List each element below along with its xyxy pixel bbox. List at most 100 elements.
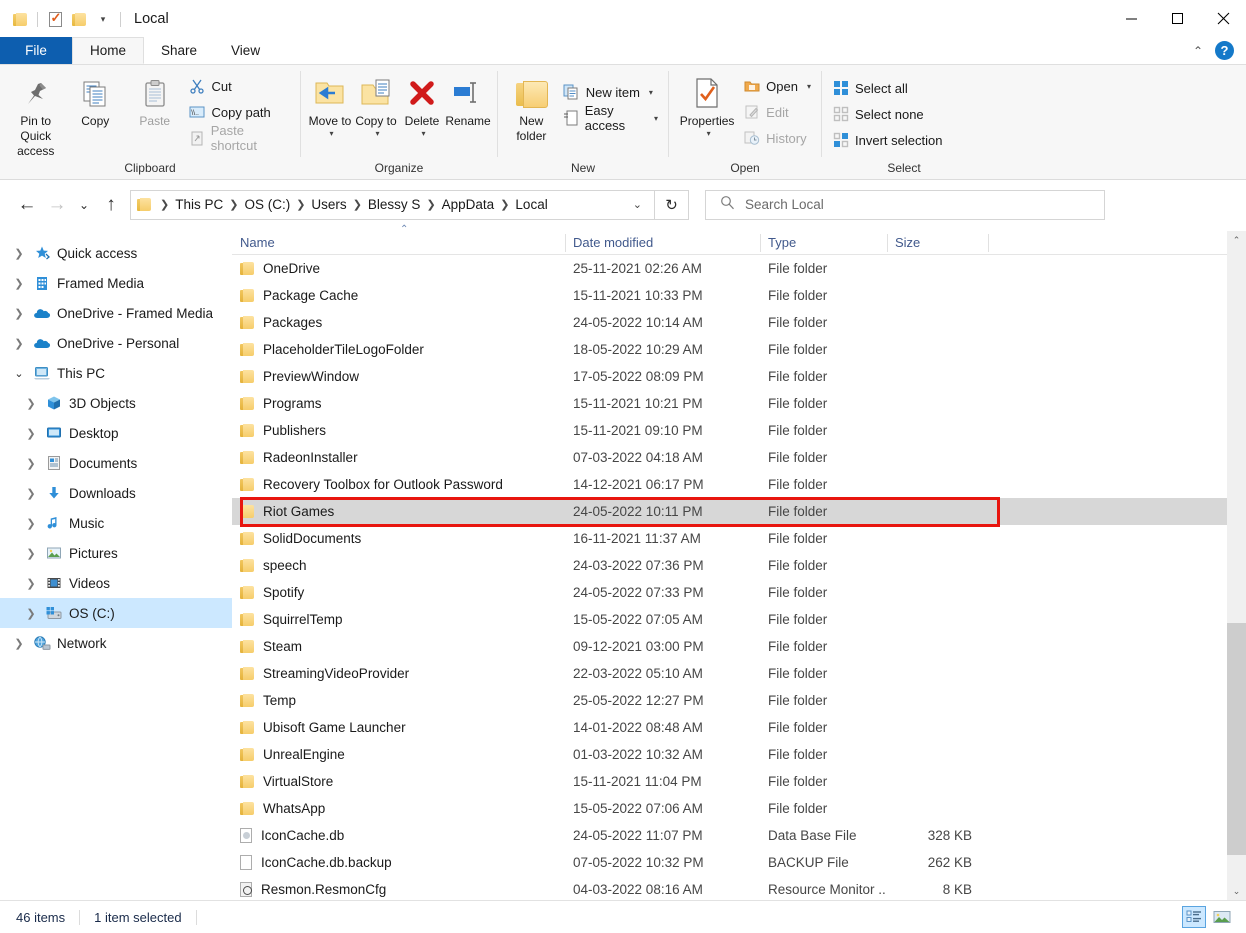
- rename-button[interactable]: Rename: [445, 70, 491, 129]
- sidebar-item-onedrive-personal[interactable]: ❯ OneDrive - Personal: [0, 328, 232, 358]
- new-item-button[interactable]: New item ▾: [559, 80, 662, 104]
- maximize-icon[interactable]: [1154, 0, 1200, 36]
- sidebar-item-pictures[interactable]: ❯ Pictures: [0, 538, 232, 568]
- breadcrumb-item-blessy-s[interactable]: Blessy S: [364, 197, 425, 212]
- delete-button[interactable]: Delete ▾: [399, 70, 445, 139]
- properties-button[interactable]: Properties ▾: [675, 70, 739, 139]
- breadcrumb-item-users[interactable]: Users: [307, 197, 350, 212]
- cut-button[interactable]: Cut: [185, 74, 295, 98]
- up-button[interactable]: ↑: [96, 190, 126, 220]
- edit-button[interactable]: Edit: [739, 100, 815, 124]
- paste-shortcut-button[interactable]: Paste shortcut: [185, 126, 295, 150]
- qat-customize-caret-icon[interactable]: ▾: [91, 7, 115, 31]
- breadcrumb-item-this-pc[interactable]: This PC: [171, 197, 227, 212]
- chevron-down-icon[interactable]: ▾: [807, 82, 811, 91]
- sidebar-item-network[interactable]: ❯ Network: [0, 628, 232, 658]
- table-row[interactable]: IconCache.db24-05-2022 11:07 PMData Base…: [232, 822, 1227, 849]
- qat-folder-icon[interactable]: [8, 7, 32, 31]
- table-row[interactable]: VirtualStore15-11-2021 11:04 PMFile fold…: [232, 768, 1227, 795]
- chevron-down-icon[interactable]: ▾: [375, 129, 379, 139]
- help-button[interactable]: ?: [1215, 41, 1234, 60]
- table-row[interactable]: IconCache.db.backup07-05-2022 10:32 PMBA…: [232, 849, 1227, 876]
- invert-selection-button[interactable]: Invert selection: [828, 128, 946, 152]
- chevron-down-icon[interactable]: ⌄: [625, 198, 650, 211]
- copy-button[interactable]: Copy: [66, 70, 126, 129]
- refresh-button[interactable]: ↻: [655, 190, 689, 220]
- column-header-name[interactable]: Name: [232, 231, 565, 255]
- scroll-down-button[interactable]: ⌄: [1227, 882, 1246, 900]
- sidebar-item-os-c[interactable]: ❯ OS (C:): [0, 598, 232, 628]
- table-row[interactable]: Riot Games24-05-2022 10:11 PMFile folder: [232, 498, 1227, 525]
- copy-path-button[interactable]: \\.. Copy path: [185, 100, 295, 124]
- vertical-scrollbar[interactable]: ⌃ ⌄: [1227, 231, 1246, 900]
- qat-properties-check-icon[interactable]: [43, 7, 67, 31]
- chevron-right-icon[interactable]: ❯: [20, 547, 42, 560]
- large-icons-view-button[interactable]: [1210, 906, 1234, 928]
- copy-to-button[interactable]: Copy to ▾: [353, 70, 399, 139]
- column-header-type[interactable]: Type: [760, 231, 887, 255]
- sidebar-item-videos[interactable]: ❯ Videos: [0, 568, 232, 598]
- table-row[interactable]: Steam09-12-2021 03:00 PMFile folder: [232, 633, 1227, 660]
- table-row[interactable]: speech24-03-2022 07:36 PMFile folder: [232, 552, 1227, 579]
- qat-new-folder-icon[interactable]: [67, 7, 91, 31]
- table-row[interactable]: PreviewWindow17-05-2022 08:09 PMFile fol…: [232, 363, 1227, 390]
- chevron-right-icon[interactable]: ❯: [20, 577, 42, 590]
- chevron-down-icon[interactable]: ▾: [654, 114, 658, 123]
- breadcrumb-item-local[interactable]: Local: [511, 197, 551, 212]
- sidebar-item-desktop[interactable]: ❯ Desktop: [0, 418, 232, 448]
- sidebar-item-framed-media[interactable]: ❯ Framed Media: [0, 268, 232, 298]
- chevron-right-icon[interactable]: ❯: [20, 457, 42, 470]
- sidebar-item-3d-objects[interactable]: ❯ 3D Objects: [0, 388, 232, 418]
- column-header-extra[interactable]: [988, 231, 1202, 255]
- breadcrumb-item-os-c[interactable]: OS (C:): [240, 197, 294, 212]
- open-button[interactable]: Open ▾: [739, 74, 815, 98]
- column-header-date-modified[interactable]: Date modified: [565, 231, 760, 255]
- back-button[interactable]: ←: [12, 190, 42, 220]
- chevron-down-icon[interactable]: ▾: [707, 129, 711, 139]
- chevron-down-icon[interactable]: ▾: [649, 88, 653, 97]
- breadcrumb-bar[interactable]: ❯ This PC ❯ OS (C:) ❯ Users ❯ Blessy S ❯…: [130, 190, 655, 220]
- chevron-right-icon[interactable]: ❯: [8, 277, 30, 290]
- details-view-button[interactable]: [1182, 906, 1206, 928]
- table-row[interactable]: Programs15-11-2021 10:21 PMFile folder: [232, 390, 1227, 417]
- close-icon[interactable]: [1200, 0, 1246, 36]
- sidebar-item-documents[interactable]: ❯ Documents: [0, 448, 232, 478]
- minimize-icon[interactable]: [1108, 0, 1154, 36]
- table-row[interactable]: SolidDocuments16-11-2021 11:37 AMFile fo…: [232, 525, 1227, 552]
- scrollbar-thumb[interactable]: [1227, 623, 1246, 855]
- column-header-size[interactable]: Size: [887, 231, 988, 255]
- table-row[interactable]: Spotify24-05-2022 07:33 PMFile folder: [232, 579, 1227, 606]
- forward-button[interactable]: →: [42, 190, 72, 220]
- breadcrumb-item-appdata[interactable]: AppData: [438, 197, 499, 212]
- chevron-right-icon[interactable]: ❯: [20, 517, 42, 530]
- select-all-button[interactable]: Select all: [828, 76, 946, 100]
- chevron-right-icon[interactable]: ❯: [20, 487, 42, 500]
- table-row[interactable]: Package Cache15-11-2021 10:33 PMFile fol…: [232, 282, 1227, 309]
- tab-home[interactable]: Home: [72, 37, 144, 64]
- table-row[interactable]: SquirrelTemp15-05-2022 07:05 AMFile fold…: [232, 606, 1227, 633]
- table-row[interactable]: Publishers15-11-2021 09:10 PMFile folder: [232, 417, 1227, 444]
- table-row[interactable]: WhatsApp15-05-2022 07:06 AMFile folder: [232, 795, 1227, 822]
- sidebar-item-music[interactable]: ❯ Music: [0, 508, 232, 538]
- table-row[interactable]: OneDrive25-11-2021 02:26 AMFile folder: [232, 255, 1227, 282]
- search-input[interactable]: Search Local: [745, 197, 824, 212]
- select-none-button[interactable]: Select none: [828, 102, 946, 126]
- table-row[interactable]: Resmon.ResmonCfg04-03-2022 08:16 AMResou…: [232, 876, 1227, 900]
- chevron-down-icon[interactable]: ▾: [421, 129, 425, 139]
- tab-share[interactable]: Share: [144, 37, 214, 64]
- history-button[interactable]: History: [739, 126, 815, 150]
- chevron-up-icon[interactable]: ⌃: [1193, 44, 1203, 58]
- chevron-right-icon[interactable]: ❯: [20, 427, 42, 440]
- chevron-down-icon[interactable]: ⌄: [8, 367, 30, 380]
- paste-button[interactable]: Paste: [125, 70, 185, 129]
- chevron-right-icon[interactable]: ❯: [8, 247, 30, 260]
- table-row[interactable]: Packages24-05-2022 10:14 AMFile folder: [232, 309, 1227, 336]
- chevron-down-icon[interactable]: ▾: [329, 129, 333, 139]
- pin-to-quick-access-button[interactable]: Pin to Quick access: [6, 70, 66, 159]
- chevron-right-icon[interactable]: ❯: [20, 607, 42, 620]
- recent-locations-button[interactable]: ⌄: [72, 190, 96, 220]
- tab-file[interactable]: File: [0, 37, 72, 64]
- sidebar-item-onedrive-framed-media[interactable]: ❯ OneDrive - Framed Media: [0, 298, 232, 328]
- table-row[interactable]: Ubisoft Game Launcher14-01-2022 08:48 AM…: [232, 714, 1227, 741]
- table-row[interactable]: StreamingVideoProvider22-03-2022 05:10 A…: [232, 660, 1227, 687]
